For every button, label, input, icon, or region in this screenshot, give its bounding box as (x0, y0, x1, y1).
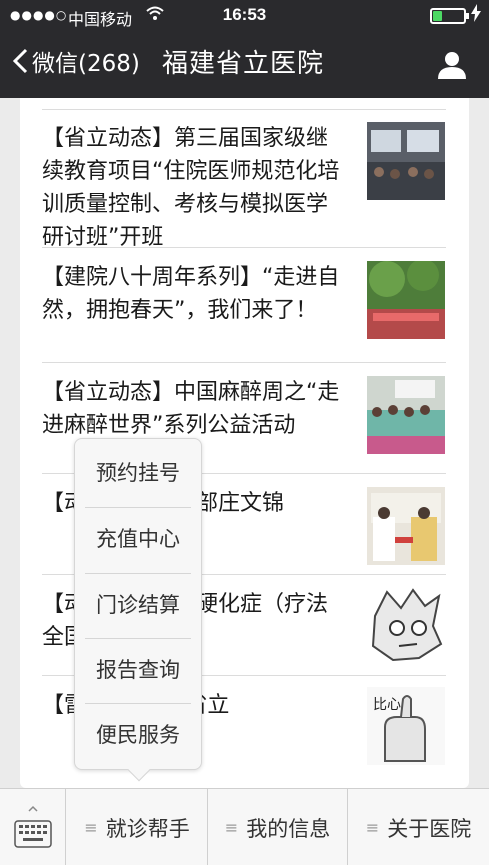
svg-text:比心: 比心 (373, 697, 401, 713)
menu-item-appointment[interactable]: 预约挂号 (75, 441, 201, 506)
tab-label: 就诊帮手 (105, 816, 190, 841)
battery-icon (430, 8, 469, 24)
article-item[interactable]: 【建院八十周年系列】“走进自然，拥抱春天”，我们来了！ (42, 249, 446, 363)
menu-lines-icon: ≡ (84, 818, 98, 837)
article-thumbnail (367, 487, 445, 565)
page-title: 福建省立医院 (162, 49, 325, 79)
nav-bar: 微信(268) 福建省立医院 (0, 32, 489, 98)
back-label: 微信(268) (32, 51, 140, 77)
keyboard-toggle-button[interactable] (0, 789, 66, 865)
status-bar: ●●●●○ 中国移动 16:53 (0, 0, 489, 32)
bottom-menu-bar: ≡ 就诊帮手 ≡ 我的信息 ≡ 关于医院 (0, 788, 489, 865)
article-thumbnail (367, 261, 445, 339)
tab-about-hospital[interactable]: ≡ 关于医院 (348, 789, 489, 865)
menu-lines-icon: ≡ (224, 818, 239, 837)
article-item[interactable]: 【省立动态】第三届国家级继续教育项目“住院医师规范化培训质量控制、考核与模拟医学… (42, 110, 446, 250)
tab-visit-helper[interactable]: ≡ 就诊帮手 (67, 789, 208, 865)
tab-label: 关于医院 (387, 816, 472, 841)
clock: 16:53 (222, 5, 267, 24)
article-thumbnail (367, 376, 445, 454)
menu-item-outpatient-settlement[interactable]: 门诊结算 (75, 573, 201, 638)
back-button[interactable]: 微信(268) (12, 48, 140, 80)
article-thumbnail (367, 122, 445, 200)
chevron-left-icon (12, 48, 28, 80)
popup-menu: 预约挂号 充值中心 门诊结算 报告查询 便民服务 (74, 438, 202, 782)
article-title: 【建院八十周年系列】“走进自然，拥抱春天”，我们来了！ (42, 265, 340, 323)
article-title: 【省立动态】第三届国家级继续教育项目“住院医师规范化培训质量控制、考核与模拟医学… (42, 126, 340, 250)
menu-item-recharge[interactable]: 充值中心 (75, 507, 201, 572)
menu-lines-icon: ≡ (365, 818, 380, 837)
profile-icon[interactable] (436, 49, 468, 81)
keyboard-icon (14, 805, 52, 855)
tab-my-info[interactable]: ≡ 我的信息 (208, 789, 348, 865)
article-thumbnail (367, 586, 445, 664)
charging-icon (471, 4, 481, 26)
article-title: 【省立动态】中国麻醉周之“走进麻醉世界”系列公益活动 (42, 380, 340, 438)
tab-label: 我的信息 (246, 816, 331, 841)
article-thumbnail: 比心 (367, 687, 445, 765)
menu-item-report-query[interactable]: 报告查询 (75, 638, 201, 703)
